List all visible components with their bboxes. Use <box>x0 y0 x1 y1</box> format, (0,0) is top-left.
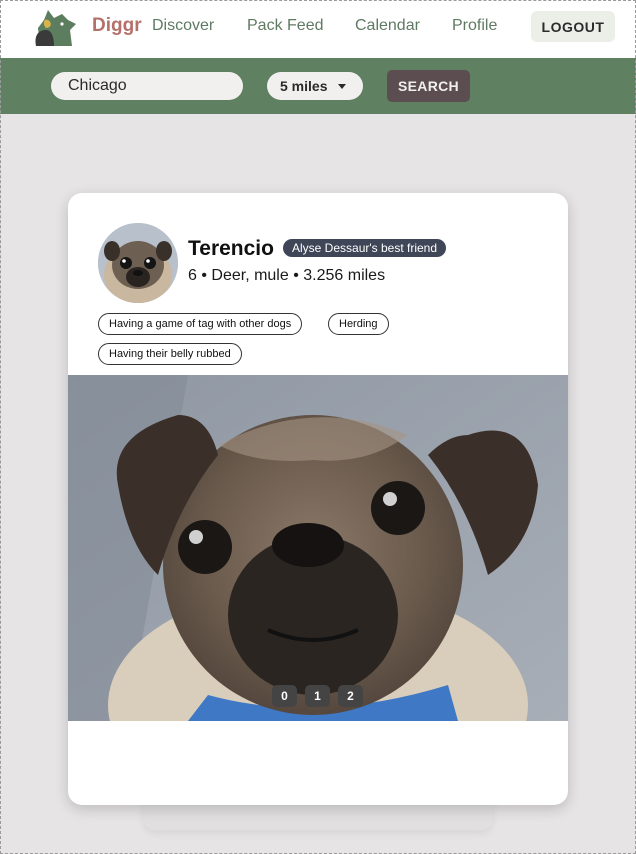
distance-value: 5 miles <box>280 78 328 94</box>
interest-tag: Having a game of tag with other dogs <box>98 313 303 335</box>
photo-pager-button[interactable]: 0 <box>272 685 297 707</box>
interest-tag: Having their belly rubbed <box>98 343 242 365</box>
search-button[interactable]: SEARCH <box>387 70 470 102</box>
nav-link-profile[interactable]: Profile <box>452 17 497 35</box>
nav-link-pack-feed[interactable]: Pack Feed <box>247 17 323 35</box>
pug-avatar-icon <box>98 223 178 303</box>
photo-pager-button[interactable]: 2 <box>338 685 363 707</box>
city-input[interactable] <box>51 72 243 100</box>
pug-photo-icon <box>68 375 568 721</box>
dog-logo-icon[interactable] <box>32 6 78 48</box>
dog-details: 6 • Deer, mule • 3.256 miles <box>188 267 386 284</box>
photo-pager: 0 1 2 <box>272 685 363 707</box>
dog-photo[interactable]: 0 1 2 <box>68 375 568 721</box>
brand-name[interactable]: Diggr <box>92 15 142 37</box>
interest-tag: Herding <box>328 313 389 335</box>
nav-link-discover[interactable]: Discover <box>152 17 214 35</box>
owner-badge: Alyse Dessaur's best friend <box>283 239 447 257</box>
avatar <box>98 223 178 303</box>
dog-name: Terencio <box>188 237 274 260</box>
distance-dropdown[interactable]: 5 miles <box>267 72 363 100</box>
logout-button[interactable]: LOGOUT <box>531 11 615 42</box>
search-bar: 5 miles SEARCH <box>0 58 636 114</box>
top-navigation: Diggr Discover Pack Feed Calendar Profil… <box>0 0 636 58</box>
dog-profile-card[interactable]: Terencio Alyse Dessaur's best friend 6 •… <box>68 193 568 805</box>
photo-pager-button[interactable]: 1 <box>305 685 330 707</box>
caret-down-icon <box>338 84 346 89</box>
nav-link-calendar[interactable]: Calendar <box>355 17 420 35</box>
